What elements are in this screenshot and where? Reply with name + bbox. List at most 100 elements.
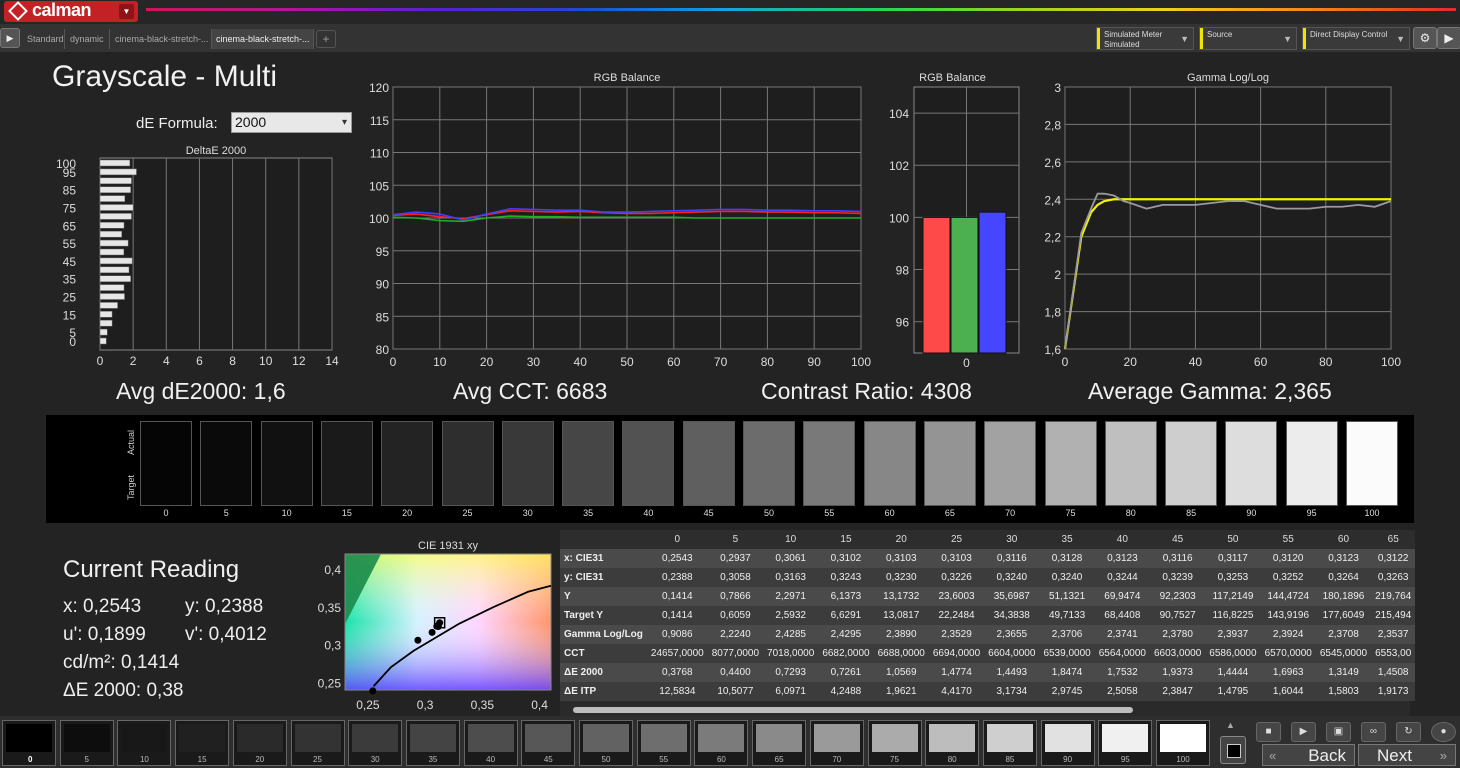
table-cell: 219,764 — [1375, 591, 1412, 602]
table-cell: 0,3226 — [941, 572, 972, 583]
table-cell: 1,4795 — [1217, 686, 1249, 697]
patch-swatch — [1044, 724, 1091, 752]
table-cell: 1,3149 — [1328, 667, 1359, 678]
table-cell: 6545,0000 — [1319, 648, 1368, 659]
table-row: x: CIE31 0,2543 0,2937 0,3061 0,3102 0,3103 0,… — [560, 549, 1416, 568]
back-label: Back — [1308, 746, 1346, 765]
patch-swatch — [756, 724, 803, 752]
table-cell: 1,9373 — [1162, 667, 1193, 678]
patch-swatch — [467, 724, 514, 752]
patch-button[interactable]: 90 — [1040, 720, 1095, 766]
table-cell: 6,6291 — [830, 610, 862, 621]
patch-button[interactable]: 80 — [925, 720, 980, 766]
table-cell: 0,3243 — [830, 572, 862, 583]
table-row: y: CIE31 0,2388 0,3058 0,3163 0,3243 0,3230 0,… — [560, 568, 1416, 587]
play-icon[interactable]: ▶ — [1291, 722, 1316, 742]
table-cell: 0,3123 — [1107, 553, 1138, 564]
table-row: Target Y 0,1414 0,6059 2,5932 6,6291 13,0817 2… — [560, 606, 1416, 625]
patch-button[interactable]: 85 — [982, 720, 1037, 766]
back-button[interactable]: « Back — [1262, 744, 1355, 766]
measured-point — [428, 628, 436, 636]
patch-label: 75 — [890, 755, 899, 764]
table-header-cell: 50 — [1205, 530, 1261, 549]
patch-swatch — [6, 724, 52, 752]
table-cell: 0,1414 — [662, 610, 693, 621]
patch-button[interactable]: 55 — [636, 720, 691, 766]
table-cell: 1,9173 — [1377, 686, 1409, 697]
table-cell: 0,3102 — [830, 553, 862, 564]
table-header-cell: 65 — [1371, 530, 1416, 549]
patch-button[interactable]: 45 — [521, 720, 576, 766]
patch-button[interactable]: 75 — [867, 720, 922, 766]
table-cell: 2,2240 — [720, 629, 751, 640]
table-cell: 24657,0000 — [650, 648, 704, 659]
next-button[interactable]: Next » — [1358, 744, 1456, 766]
table-cell: 4,4170 — [941, 686, 972, 697]
stop-icon[interactable]: ■ — [1256, 722, 1281, 742]
patch-label: 90 — [1063, 755, 1073, 764]
table-row-header: Gamma Log/Log — [564, 629, 643, 640]
table-cell: 0,3239 — [1162, 572, 1193, 583]
patch-button[interactable]: 70 — [809, 720, 864, 766]
table-cell: 0,3253 — [1217, 572, 1249, 583]
patch-label: 10 — [139, 755, 149, 764]
patch-label: 60 — [716, 755, 726, 764]
table-cell: 2,3529 — [941, 629, 972, 640]
table-cell: 2,4295 — [830, 629, 862, 640]
table-cell: 1,4774 — [941, 667, 972, 678]
patch-button[interactable]: 30 — [348, 720, 403, 766]
patch-button[interactable]: 40 — [463, 720, 518, 766]
patch-button[interactable]: 15 — [175, 720, 230, 766]
stop-button[interactable] — [1220, 736, 1246, 764]
loop-icon[interactable]: ∞ — [1361, 722, 1386, 742]
table-cell: 0,3244 — [1107, 572, 1138, 583]
table-cell: 2,5932 — [775, 610, 806, 621]
table-cell: 143,9196 — [1267, 610, 1310, 621]
save-icon[interactable]: ▣ — [1326, 722, 1351, 742]
table-row-header: y: CIE31 — [564, 572, 604, 583]
table-row: Gamma Log/Log 0,9086 2,2240 2,4285 2,4295 2,3… — [560, 625, 1416, 644]
patch-button[interactable]: 20 — [232, 720, 287, 766]
arrow-up-icon[interactable]: ▲ — [1226, 720, 1235, 730]
patch-button[interactable]: 5 — [59, 720, 114, 766]
table-cell: 1,5803 — [1328, 686, 1359, 697]
patch-button[interactable]: 10 — [117, 720, 172, 766]
patch-button[interactable]: 95 — [1098, 720, 1153, 766]
patch-swatch — [63, 724, 110, 752]
table-cell: 0,3117 — [1218, 553, 1248, 564]
table-row-header: Target Y — [564, 610, 604, 621]
refresh-icon[interactable]: ↻ — [1396, 722, 1421, 742]
patch-button[interactable]: 35 — [405, 720, 460, 766]
table-cell: 2,3537 — [1377, 629, 1409, 640]
table-cell: 0,3120 — [1272, 553, 1304, 564]
table-cell: 6603,0000 — [1154, 648, 1202, 659]
table-cell: 0,3122 — [1377, 553, 1409, 564]
record-icon[interactable]: ● — [1431, 722, 1456, 742]
table-scrollbar[interactable] — [573, 707, 1133, 713]
table-cell: 1,0569 — [885, 667, 917, 678]
patch-button[interactable]: 50 — [579, 720, 633, 766]
patch-button[interactable]: 0 — [2, 720, 56, 766]
patch-button[interactable]: 100 — [1156, 720, 1210, 766]
table-cell: 0,3061 — [775, 553, 806, 564]
table-cell: 0,7261 — [830, 667, 862, 678]
patch-button[interactable]: 65 — [752, 720, 807, 766]
table-cell: 1,4493 — [996, 667, 1028, 678]
table-cell: 0,3230 — [885, 572, 917, 583]
patch-label: 95 — [1120, 755, 1130, 764]
next-label: Next — [1377, 746, 1412, 765]
table-cell: 2,3924 — [1272, 629, 1304, 640]
patch-swatch — [929, 724, 976, 752]
patch-label: 40 — [486, 755, 496, 764]
table-cell: 0,2937 — [720, 553, 751, 564]
patch-button[interactable]: 60 — [694, 720, 749, 766]
patch-label: 20 — [255, 755, 265, 764]
table-cell: 90,7527 — [1159, 610, 1196, 621]
patch-button[interactable]: 25 — [290, 720, 345, 766]
table-cell: 1,4444 — [1217, 667, 1249, 678]
table-header-cell: 35 — [1039, 530, 1095, 549]
table-header-cell: 5 — [707, 530, 764, 549]
double-chevron-left-icon: « — [1269, 748, 1277, 763]
table-cell: 2,3937 — [1217, 629, 1249, 640]
patch-label: 80 — [947, 755, 957, 764]
